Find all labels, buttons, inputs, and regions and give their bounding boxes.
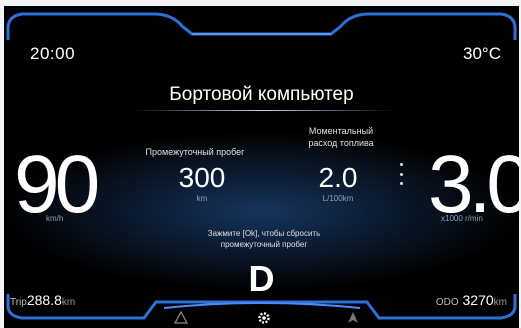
fuel-consumption-value: 2.0 (318, 162, 358, 193)
clock: 20:00 (30, 44, 76, 63)
fuel-consumption-label-line1: Моментальный (308, 126, 374, 136)
fuel-consumption-label: Моментальный расход топлива (291, 125, 391, 149)
title-underline (132, 110, 394, 111)
reset-hint-line1: Зажмите [Ok], чтобы сбросить (207, 229, 321, 238)
fuel-consumption-label-line2: расход топлива (308, 138, 374, 148)
trip-info-unit: km (196, 194, 208, 203)
reset-hint-line2: промежуточный пробег (220, 240, 308, 249)
speed-unit: km/h (46, 214, 64, 223)
rpm-unit: x1000 r/min (441, 214, 483, 223)
screen-title: Бортовой компьютер (169, 84, 354, 105)
trip-info-value: 300 (178, 162, 226, 193)
navigation-icon[interactable] (347, 311, 359, 324)
top-frame-decoration (6, 12, 517, 40)
instrument-cluster: 20:00 30°C Бортовой компьютер 90 km/h Пр… (4, 6, 519, 328)
fuel-consumption-unit: L/100km (322, 194, 354, 203)
settings-icon[interactable] (257, 311, 271, 325)
trip-info-label: Промежуточный пробег (145, 147, 245, 157)
more-options-icon[interactable] (398, 163, 404, 185)
warning-icon[interactable] (174, 311, 188, 324)
reset-hint: Зажмите [Ok], чтобы сбросить промежуточн… (164, 228, 364, 250)
outside-temperature: 30°C (463, 44, 501, 63)
